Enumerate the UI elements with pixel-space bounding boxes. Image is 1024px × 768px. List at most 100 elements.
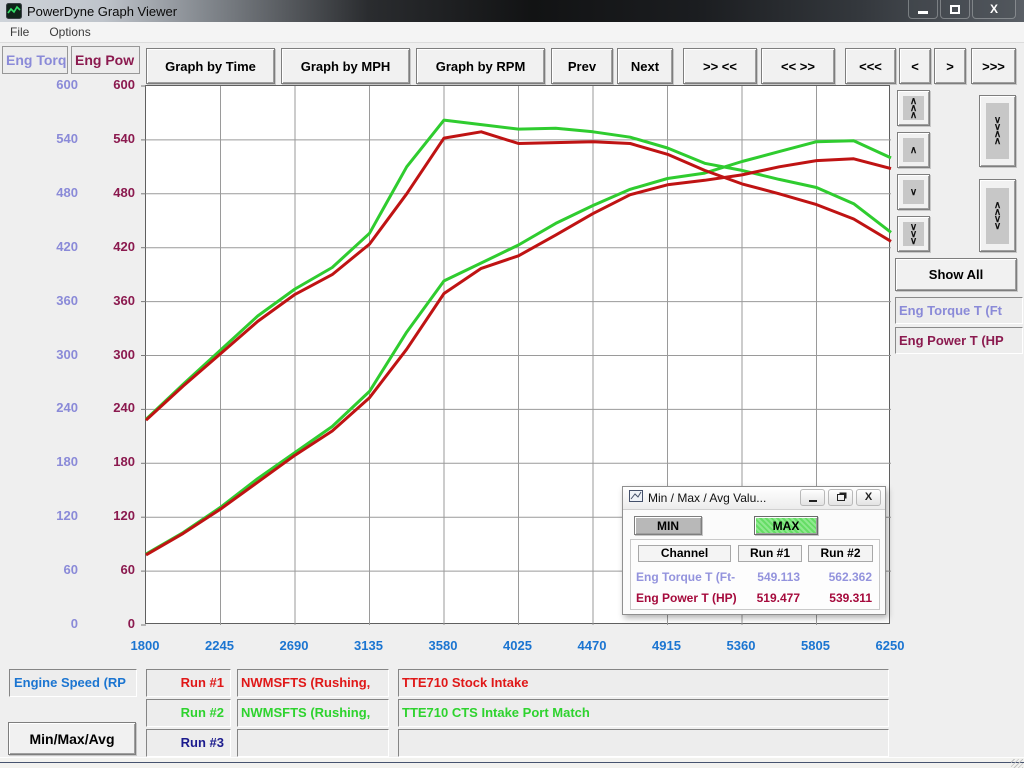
y-tick-label: 600: [95, 77, 135, 92]
y-tick-label: 420: [38, 239, 78, 254]
row-torque-run1-max: 549.113: [738, 570, 800, 584]
y-tick-label: 420: [95, 239, 135, 254]
tab-eng-torque[interactable]: Eng Torq: [2, 46, 68, 74]
y-tick-label: 300: [38, 347, 78, 362]
max-toggle-button[interactable]: MAX: [754, 516, 818, 535]
zoom-in-x-button[interactable]: >> <<: [683, 48, 757, 84]
menu-options[interactable]: Options: [39, 22, 100, 43]
close-button[interactable]: X: [972, 0, 1016, 19]
tab-eng-power[interactable]: Eng Pow: [71, 46, 140, 74]
maximize-button[interactable]: [940, 0, 970, 19]
show-all-button[interactable]: Show All: [895, 258, 1017, 291]
run1-description-field[interactable]: TTE710 Stock Intake: [398, 669, 889, 697]
x-tick-label: 3135: [339, 638, 399, 653]
chevrons-up-triple-icon: ∧ ∧ ∧: [910, 98, 917, 119]
x-tick-label: 4915: [637, 638, 697, 653]
y-tick-label: 180: [95, 454, 135, 469]
row-torque-run2-max: 562.362: [810, 570, 872, 584]
chevrons-outward-icon: ∧ ∧ ∨ ∨: [994, 202, 1001, 230]
graph-by-time-button[interactable]: Graph by Time: [146, 48, 275, 84]
graph-by-rpm-button[interactable]: Graph by RPM: [416, 48, 545, 84]
x-tick-label: 3580: [413, 638, 473, 653]
minmax-window-title: Min / Max / Avg Valu...: [648, 491, 766, 505]
scroll-left-fast-button[interactable]: <<<: [845, 48, 896, 84]
minmax-minimize-button[interactable]: [800, 489, 825, 506]
close-icon: X: [865, 492, 872, 503]
minmax-titlebar[interactable]: Min / Max / Avg Valu... X: [623, 487, 885, 510]
window-controls: X: [906, 0, 1016, 19]
next-button[interactable]: Next: [617, 48, 673, 84]
row-power-run1-max: 519.477: [738, 591, 800, 605]
x-tick-label: 1800: [115, 638, 175, 653]
column-header-run1[interactable]: Run #1: [738, 545, 802, 562]
y-tick-label: 120: [38, 508, 78, 523]
run3-description-field[interactable]: [398, 729, 889, 757]
run1-label: Run #1: [146, 669, 231, 697]
run1-file-field[interactable]: NWMSFTS (Rushing,: [237, 669, 389, 697]
chevrons-inward-icon: ∨ ∨ ∧ ∧: [994, 117, 1001, 145]
menu-file[interactable]: File: [0, 22, 39, 43]
row-torque-channel: Eng Torque T (Ft-: [636, 570, 736, 584]
zoom-out-x-button[interactable]: << >>: [761, 48, 835, 84]
scroll-down-fast-button[interactable]: ∨ ∨ ∨: [897, 216, 930, 252]
min-toggle-button[interactable]: MIN: [634, 516, 702, 535]
x-tick-label: 4025: [488, 638, 548, 653]
minmax-avg-button[interactable]: Min/Max/Avg: [8, 722, 136, 755]
x-axis: 1800224526903135358040254470491553605805…: [145, 638, 890, 654]
graph-by-mph-button[interactable]: Graph by MPH: [281, 48, 410, 84]
run3-file-field[interactable]: [237, 729, 389, 757]
minmax-window-icon: [629, 489, 643, 507]
minimize-button[interactable]: [908, 0, 938, 19]
scroll-left-button[interactable]: <: [899, 48, 931, 84]
x-axis-channel-field[interactable]: Engine Speed (RP: [9, 669, 137, 697]
y-axis-torque: 060120180240300360420480540600: [38, 85, 78, 624]
scroll-down-button[interactable]: ∨: [897, 174, 930, 210]
scroll-right-fast-button[interactable]: >>>: [971, 48, 1016, 84]
legend-eng-power[interactable]: Eng Power T (HP: [895, 327, 1023, 354]
minimize-icon: [918, 11, 928, 14]
minmax-close-button[interactable]: X: [856, 489, 881, 506]
app-icon: [6, 3, 22, 19]
y-tick-label: 480: [38, 185, 78, 200]
run2-description-field[interactable]: TTE710 CTS Intake Port Match: [398, 699, 889, 727]
x-tick-label: 2690: [264, 638, 324, 653]
y-tick-label: 300: [95, 347, 135, 362]
y-tick-label: 540: [38, 131, 78, 146]
run3-label: Run #3: [146, 729, 231, 757]
scroll-up-fast-button[interactable]: ∧ ∧ ∧: [897, 90, 930, 126]
column-header-channel[interactable]: Channel: [638, 545, 731, 562]
legend-eng-torque[interactable]: Eng Torque T (Ft: [895, 297, 1023, 324]
scroll-right-button[interactable]: >: [934, 48, 966, 84]
x-tick-label: 5805: [786, 638, 846, 653]
row-power-channel: Eng Power T (HP): [636, 591, 746, 605]
x-tick-label: 5360: [711, 638, 771, 653]
y-tick-label: 120: [95, 508, 135, 523]
minimize-icon: [809, 500, 817, 502]
restore-icon: [837, 494, 845, 501]
y-tick-label: 360: [95, 293, 135, 308]
minmax-restore-button[interactable]: [828, 489, 853, 506]
scroll-up-button[interactable]: ∧: [897, 132, 930, 168]
y-tick-label: 0: [38, 616, 78, 631]
prev-button[interactable]: Prev: [551, 48, 613, 84]
column-header-run2[interactable]: Run #2: [808, 545, 873, 562]
titlebar[interactable]: PowerDyne Graph Viewer X: [0, 0, 1024, 22]
window-title: PowerDyne Graph Viewer: [27, 4, 177, 19]
row-power-run2-max: 539.311: [810, 591, 872, 605]
y-tick-label: 360: [38, 293, 78, 308]
y-tick-label: 240: [95, 400, 135, 415]
expand-y-scale-button[interactable]: ∧ ∧ ∨ ∨: [979, 179, 1016, 252]
y-tick-label: 60: [95, 562, 135, 577]
minmax-window: Min / Max / Avg Valu... X MIN MAX Channe…: [622, 486, 886, 615]
run2-label: Run #2: [146, 699, 231, 727]
y-tick-label: 540: [95, 131, 135, 146]
collapse-y-scale-button[interactable]: ∨ ∨ ∧ ∧: [979, 95, 1016, 167]
statusbar-line: [0, 762, 1024, 763]
y-tick-label: 240: [38, 400, 78, 415]
resize-grip-icon[interactable]: [1011, 759, 1023, 768]
chevrons-down-triple-icon: ∨ ∨ ∨: [910, 224, 917, 245]
y-tick-label: 600: [38, 77, 78, 92]
y-tick-label: 180: [38, 454, 78, 469]
y-axis-power: 060120180240300360420480540600: [95, 85, 135, 624]
run2-file-field[interactable]: NWMSFTS (Rushing,: [237, 699, 389, 727]
